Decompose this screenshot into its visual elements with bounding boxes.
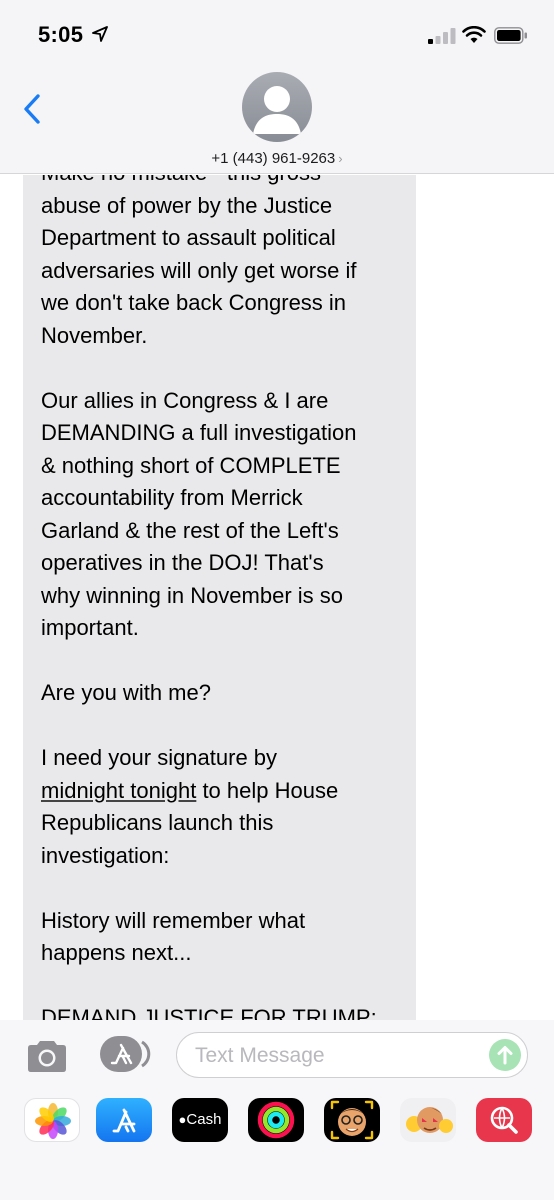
status-time: 5:05 bbox=[38, 22, 84, 47]
message-line: DEMAND JUSTICE FOR TRUMP: bbox=[41, 1005, 377, 1020]
wifi-icon bbox=[462, 26, 486, 43]
send-button[interactable] bbox=[489, 1039, 521, 1071]
bottom-safe-area bbox=[0, 1160, 554, 1200]
message-line: happens next... bbox=[41, 940, 192, 965]
imessage-app-drawer: ●Cash bbox=[0, 1090, 554, 1160]
memoji-stickers-icon bbox=[406, 1107, 453, 1133]
message-line: why winning in November is so bbox=[41, 582, 344, 608]
message-blank-line: ​ bbox=[41, 710, 406, 743]
text-message-placeholder: Text Message bbox=[195, 1044, 325, 1067]
cellular-signal-icon bbox=[428, 28, 456, 44]
photos-app-button[interactable] bbox=[24, 1098, 80, 1142]
contact-avatar[interactable] bbox=[242, 72, 312, 142]
memoji-stickers-button[interactable] bbox=[400, 1098, 456, 1142]
message-thread[interactable]: Make no mistake - this gross abuse of po… bbox=[0, 175, 554, 1020]
web-search-button[interactable] bbox=[476, 1098, 532, 1142]
conversation-header: +1 (443) 961-9263 › bbox=[0, 70, 554, 174]
message-line: Our allies in Congress & I are bbox=[41, 387, 329, 413]
message-line: adversaries will only get worse if bbox=[41, 257, 357, 283]
web-search-icon bbox=[490, 1106, 518, 1134]
message-line: Are you with me? bbox=[41, 680, 211, 705]
message-line-with-link: midnight tonight to help House bbox=[41, 775, 406, 808]
memoji-button[interactable] bbox=[324, 1098, 380, 1142]
photos-icon bbox=[35, 1103, 71, 1139]
compose-bar: Text Message bbox=[0, 1020, 554, 1090]
contact-name[interactable]: +1 (443) 961-9263 › bbox=[0, 150, 554, 167]
message-line: Republicans launch this bbox=[41, 810, 274, 835]
app-store-icon bbox=[112, 1108, 136, 1133]
message-blank-line: ​ bbox=[41, 872, 406, 905]
app-store-apps-icon[interactable] bbox=[98, 1034, 152, 1074]
contact-chevron-icon: › bbox=[338, 151, 343, 166]
memoji-icon bbox=[330, 1100, 374, 1140]
message-line: accountability from Merrick bbox=[41, 485, 303, 510]
activity-button[interactable] bbox=[248, 1098, 304, 1142]
message-line: we don't take back Congress in bbox=[41, 290, 347, 315]
message-line: investigation: bbox=[41, 842, 170, 868]
battery-icon bbox=[494, 27, 527, 44]
text-message-input[interactable]: Text Message bbox=[176, 1032, 528, 1078]
message-line: Department to assault political bbox=[41, 225, 336, 250]
message-line: Garland & the rest of the Left's bbox=[41, 517, 339, 543]
camera-icon[interactable] bbox=[24, 1038, 70, 1074]
message-blank-line: ​ bbox=[41, 352, 406, 385]
apple-cash-label: Cash bbox=[186, 1111, 222, 1128]
message-line: Make no mistake - this gross bbox=[41, 175, 406, 190]
message-blank-line: ​ bbox=[41, 970, 406, 1003]
message-line-fragment: to help House bbox=[196, 777, 339, 803]
apple-cash-button[interactable]: ●Cash bbox=[172, 1098, 228, 1142]
activity-rings-icon bbox=[257, 1101, 295, 1139]
message-line: important. bbox=[41, 615, 139, 640]
back-chevron-icon[interactable] bbox=[18, 92, 48, 126]
person-silhouette-icon bbox=[253, 86, 301, 134]
location-arrow-icon bbox=[92, 26, 108, 42]
message-line: History will remember what bbox=[41, 907, 306, 933]
send-arrow-icon bbox=[497, 1046, 513, 1065]
status-bar: 5:05 bbox=[0, 0, 554, 70]
message-line: abuse of power by the Justice bbox=[41, 192, 333, 218]
contact-phone-number: +1 (443) 961-9263 bbox=[211, 150, 336, 167]
message-line: I need your signature by bbox=[41, 745, 278, 770]
app-store-button[interactable] bbox=[96, 1098, 152, 1142]
midnight-tonight-link[interactable]: midnight tonight bbox=[41, 778, 196, 803]
message-line: November. bbox=[41, 322, 148, 348]
message-line: & nothing short of COMPLETE bbox=[41, 452, 341, 478]
received-message-bubble[interactable]: Make no mistake - this gross abuse of po… bbox=[23, 175, 416, 1020]
message-line: operatives in the DOJ! That's bbox=[41, 550, 324, 575]
message-line: DEMANDING a full investigation bbox=[41, 420, 357, 445]
message-blank-line: ​ bbox=[41, 645, 406, 678]
